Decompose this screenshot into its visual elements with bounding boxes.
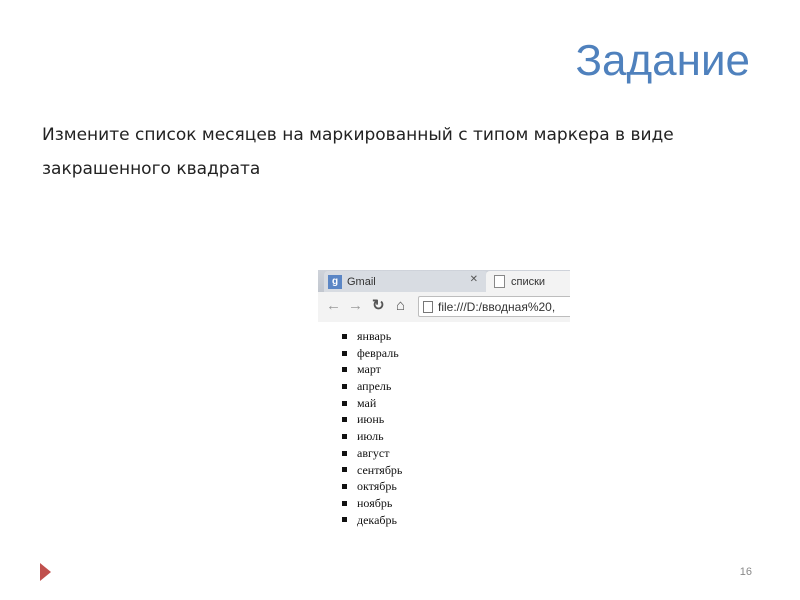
list-item: сентябрь bbox=[342, 462, 402, 479]
square-bullet-icon bbox=[342, 484, 347, 490]
month-label: февраль bbox=[357, 345, 399, 360]
square-bullet-icon bbox=[342, 517, 347, 523]
list-item: декабрь bbox=[342, 512, 402, 529]
forward-arrow-icon[interactable]: → bbox=[348, 298, 363, 314]
month-label: март bbox=[357, 362, 381, 377]
url-text: file:///D:/вводная%20, bbox=[438, 299, 556, 314]
month-label: ноябрь bbox=[357, 495, 393, 510]
reload-icon[interactable]: ↻ bbox=[372, 298, 385, 314]
task-text: Измените список месяцев на маркированный… bbox=[42, 125, 674, 179]
list-item: январь bbox=[342, 328, 402, 345]
list-item: октябрь bbox=[342, 478, 402, 495]
square-bullet-icon bbox=[342, 383, 347, 389]
list-item: май bbox=[342, 395, 402, 412]
list-item: апрель bbox=[342, 378, 402, 395]
month-label: январь bbox=[357, 329, 392, 343]
close-icon[interactable]: ✕ bbox=[470, 274, 478, 285]
square-bullet-icon bbox=[342, 467, 347, 473]
month-label: май bbox=[357, 395, 377, 410]
months-list: январь февраль март апрель май июнь июль… bbox=[342, 328, 402, 528]
home-icon[interactable]: ⌂ bbox=[396, 298, 405, 314]
square-bullet-icon bbox=[342, 350, 347, 356]
tab-label: списки bbox=[511, 275, 546, 288]
list-item: март bbox=[342, 361, 402, 378]
square-bullet-icon bbox=[342, 333, 347, 339]
square-bullet-icon bbox=[342, 400, 347, 406]
page-number: 16 bbox=[739, 566, 752, 578]
month-label: июнь bbox=[357, 412, 385, 427]
square-bullet-icon bbox=[342, 450, 347, 456]
back-arrow-icon[interactable]: ← bbox=[326, 298, 341, 314]
square-bullet-icon bbox=[342, 417, 347, 423]
tab-spiski[interactable]: списки bbox=[486, 271, 570, 292]
page-icon bbox=[494, 275, 505, 288]
list-item: февраль bbox=[342, 345, 402, 362]
square-bullet-icon bbox=[342, 433, 347, 439]
browser-toolbar: ← → ↻ ⌂ file:///D:/вводная%20, bbox=[318, 292, 570, 322]
tab-bar: g Gmail ✕ списки bbox=[318, 270, 570, 292]
month-label: август bbox=[357, 445, 390, 460]
month-label: июль bbox=[357, 429, 384, 444]
square-bullet-icon bbox=[342, 500, 347, 506]
month-label: сентябрь bbox=[357, 462, 403, 477]
month-label: октябрь bbox=[357, 479, 397, 494]
next-slide-arrow-icon[interactable] bbox=[40, 563, 51, 581]
month-label: апрель bbox=[357, 379, 392, 394]
list-item: июль bbox=[342, 428, 402, 445]
month-label: декабрь bbox=[357, 512, 397, 527]
square-bullet-icon bbox=[342, 367, 347, 373]
list-item: август bbox=[342, 445, 402, 462]
gmail-icon: g bbox=[328, 274, 342, 289]
slide-title: Задание bbox=[575, 36, 750, 85]
tab-label: Gmail bbox=[347, 275, 376, 288]
file-icon bbox=[423, 300, 433, 313]
list-item: июнь bbox=[342, 411, 402, 428]
list-item: ноябрь bbox=[342, 495, 402, 512]
address-bar[interactable]: file:///D:/вводная%20, bbox=[418, 296, 570, 317]
tab-gmail[interactable]: g Gmail ✕ bbox=[324, 271, 488, 292]
browser-screenshot: g Gmail ✕ списки ← → ↻ ⌂ file:///D:/ввод… bbox=[318, 270, 570, 322]
